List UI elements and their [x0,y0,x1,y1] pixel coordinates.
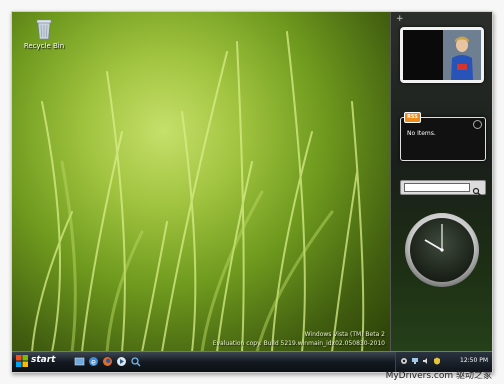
analog-clock-icon [405,213,479,287]
feed-headlines-gadget[interactable]: RSS No Items. [400,112,486,161]
gear-icon[interactable] [400,357,408,365]
windows-sidebar: + RSS No Items. [390,12,492,352]
watermark-line-1: Windows Vista (TM) Beta 2 [304,331,385,338]
build-watermark: Windows Vista (TM) Beta 2 Evaluation cop… [213,330,385,348]
search-icon[interactable] [130,356,141,367]
grass-blades [31,31,365,352]
taskbar-clock[interactable]: 12:50 PM [460,357,488,364]
media-player-icon[interactable] [116,356,127,367]
slideshow-photo [403,30,481,80]
ie-icon[interactable]: e [88,356,99,367]
search-gadget [400,180,486,197]
rss-icon: RSS [404,112,421,123]
add-gadget-button[interactable]: + [396,14,404,24]
start-button[interactable]: start [14,353,66,370]
shield-icon[interactable] [433,357,441,365]
clock-gadget[interactable] [403,211,481,289]
network-icon[interactable] [411,357,419,365]
recycle-bin-shortcut[interactable]: Recycle Bin [20,18,68,50]
svg-text:e: e [91,358,96,367]
search-icon[interactable] [472,182,482,197]
recycle-bin-label: Recycle Bin [23,42,65,50]
firefox-icon[interactable] [102,356,113,367]
start-label: start [31,355,56,365]
settings-icon[interactable] [473,120,482,129]
site-watermark: MyDrivers.com 驱动之家 [385,371,492,381]
windows-logo-icon [16,355,28,367]
screenshot-frame: Recycle Bin Windows Vista (TM) Beta 2 Ev… [11,11,493,373]
desktop-wallpaper: Recycle Bin Windows Vista (TM) Beta 2 Ev… [12,12,390,352]
slideshow-gadget[interactable] [400,27,484,83]
feed-empty-text: No Items. [407,130,436,137]
show-desktop-icon[interactable] [74,356,85,367]
volume-icon[interactable] [422,357,430,365]
search-input[interactable] [404,183,470,192]
watermark-line-2: Evaluation copy. Build 5219.winmain_idx0… [212,340,385,347]
recycle-bin-icon [35,18,53,40]
